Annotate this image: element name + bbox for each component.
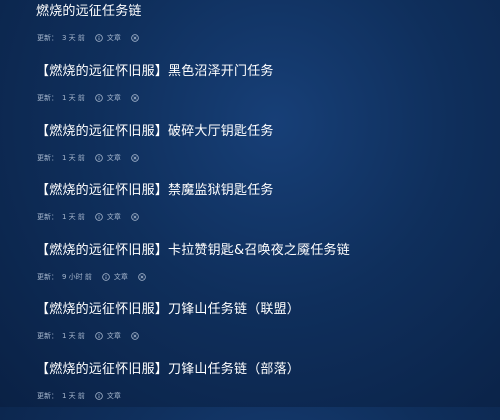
updated-label: 更新：: [37, 392, 58, 400]
article-meta: 更新： 1 天 前 文章: [37, 331, 139, 341]
close-icon[interactable]: [131, 34, 139, 42]
article-title-link[interactable]: 【燃烧的远征怀旧服】刀锋山任务链（联盟）: [36, 302, 300, 318]
close-icon[interactable]: [131, 94, 139, 102]
updated-time: 1 天 前: [62, 332, 85, 340]
updated-time: 1 天 前: [62, 94, 85, 102]
article-title-link[interactable]: 燃烧的远征任务链: [36, 4, 142, 20]
info-icon: [95, 94, 103, 102]
article-meta: 更新： 1 天 前 文章: [37, 153, 139, 163]
article-type: 文章: [106, 213, 121, 221]
article-type: 文章: [106, 94, 121, 102]
updated-time: 9 小时 前: [62, 273, 92, 281]
updated-time: 1 天 前: [62, 392, 85, 400]
article-type: 文章: [106, 154, 121, 162]
updated-time: 3 天 前: [62, 34, 85, 42]
article-title-link[interactable]: 【燃烧的远征怀旧服】卡拉赞钥匙&召唤夜之魇任务链: [36, 243, 350, 259]
article-title-link[interactable]: 【燃烧的远征怀旧服】破碎大厅钥匙任务: [36, 124, 274, 140]
list-item: 【燃烧的远征怀旧服】禁魔监狱钥匙任务 更新： 1 天 前 文章: [0, 183, 500, 241]
list-item: 燃烧的远征任务链 更新： 3 天 前 文章: [0, 4, 500, 62]
article-type: 文章: [106, 332, 121, 340]
list-item: 【燃烧的远征怀旧服】刀锋山任务链（部落） 更新： 1 天 前 文章: [0, 362, 500, 420]
updated-label: 更新：: [37, 332, 58, 340]
article-meta: 更新： 1 天 前 文章: [37, 93, 139, 103]
article-type: 文章: [106, 34, 121, 42]
article-type: 文章: [106, 392, 121, 400]
updated-label: 更新：: [37, 154, 58, 162]
close-icon[interactable]: [131, 213, 139, 221]
article-type: 文章: [113, 273, 128, 281]
article-title-link[interactable]: 【燃烧的远征怀旧服】刀锋山任务链（部落）: [36, 362, 300, 378]
article-title-link[interactable]: 【燃烧的远征怀旧服】禁魔监狱钥匙任务: [36, 183, 274, 199]
info-icon: [95, 154, 103, 162]
close-icon[interactable]: [138, 273, 146, 281]
updated-label: 更新：: [37, 273, 58, 281]
list-item: 【燃烧的远征怀旧服】破碎大厅钥匙任务 更新： 1 天 前 文章: [0, 124, 500, 182]
article-meta: 更新： 1 天 前 文章: [37, 212, 139, 222]
info-icon: [102, 273, 110, 281]
close-icon[interactable]: [131, 332, 139, 340]
article-list: 燃烧的远征任务链 更新： 3 天 前 文章 【燃烧的远征怀旧服】黑色沼泽开门任务…: [0, 0, 500, 407]
updated-time: 1 天 前: [62, 154, 85, 162]
close-icon[interactable]: [131, 154, 139, 162]
list-item: 【燃烧的远征怀旧服】卡拉赞钥匙&召唤夜之魇任务链 更新： 9 小时 前 文章: [0, 243, 500, 301]
article-meta: 更新： 3 天 前 文章: [37, 33, 139, 43]
updated-time: 1 天 前: [62, 213, 85, 221]
list-item: 【燃烧的远征怀旧服】黑色沼泽开门任务 更新： 1 天 前 文章: [0, 64, 500, 122]
info-icon: [95, 213, 103, 221]
info-icon: [95, 34, 103, 42]
list-item: 【燃烧的远征怀旧服】刀锋山任务链（联盟） 更新： 1 天 前 文章: [0, 302, 500, 360]
info-icon: [95, 332, 103, 340]
updated-label: 更新：: [37, 213, 58, 221]
info-icon: [95, 392, 103, 400]
article-meta: 更新： 1 天 前 文章: [37, 391, 121, 401]
article-title-link[interactable]: 【燃烧的远征怀旧服】黑色沼泽开门任务: [36, 64, 274, 80]
article-meta: 更新： 9 小时 前 文章: [37, 272, 146, 282]
updated-label: 更新：: [37, 94, 58, 102]
updated-label: 更新：: [37, 34, 58, 42]
